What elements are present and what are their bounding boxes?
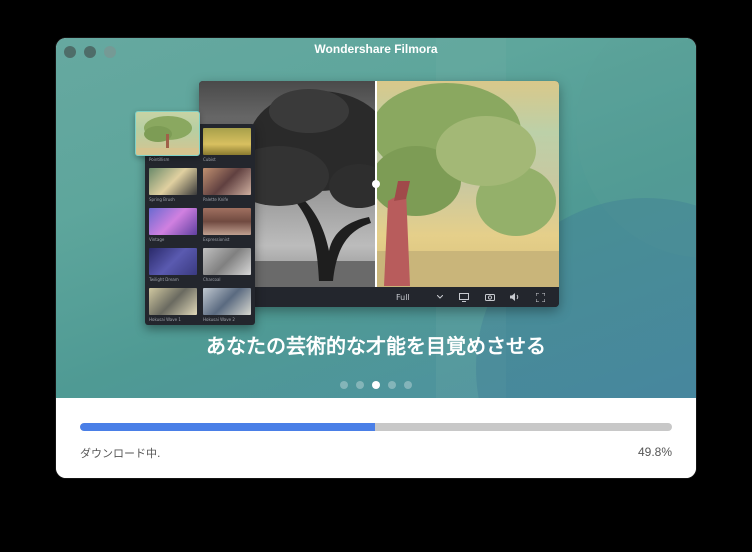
effect-label: Hokusai Wave 2	[203, 317, 235, 322]
download-percent: 49.8%	[637, 445, 672, 459]
effect-label: Charcoal	[203, 277, 221, 282]
download-progress-bar	[80, 423, 672, 431]
selected-effect-label: Pointillism	[149, 157, 170, 162]
effect-thumbnail-palette-knife[interactable]	[203, 168, 251, 195]
carousel-dot[interactable]	[356, 381, 364, 389]
stylized-image	[376, 81, 559, 287]
effect-label: Spring Brush	[149, 197, 175, 202]
effect-thumbnail-vintage[interactable]	[149, 208, 197, 235]
effect-thumbnail-spring-brush[interactable]	[149, 168, 197, 195]
selected-effect-thumbnail[interactable]	[135, 111, 200, 156]
monitor-icon[interactable]	[457, 287, 471, 307]
carousel-dot[interactable]	[388, 381, 396, 389]
chevron-down-icon[interactable]	[435, 287, 445, 307]
effect-label: Hokusai Wave 1	[149, 317, 181, 322]
download-status: ダウンロード中.	[80, 447, 161, 460]
painted-tree-image	[376, 83, 559, 287]
effect-label: Twilight Dream	[149, 277, 179, 282]
effect-thumbnail-hokusai-wave-2[interactable]	[203, 288, 251, 315]
effect-thumbnail-hokusai-wave-1[interactable]	[149, 288, 197, 315]
carousel-dot[interactable]	[404, 381, 412, 389]
hero-tagline: あなたの芸術的な才能を目覚めさせる	[206, 334, 546, 358]
compare-handle[interactable]	[372, 180, 380, 188]
effect-thumbnail-expressionist[interactable]	[203, 208, 251, 235]
effect-thumbnail-twilight-dream[interactable]	[149, 248, 197, 275]
installer-window: Wondershare Filmora Full Cubist Spring B…	[56, 38, 696, 478]
carousel-indicators	[340, 381, 412, 389]
effect-label: Cubist	[203, 157, 216, 162]
effect-thumbnail-charcoal[interactable]	[203, 248, 251, 275]
quality-select[interactable]: Full	[396, 287, 426, 307]
window-title: Wondershare Filmora	[314, 42, 438, 56]
carousel-dot[interactable]	[340, 381, 348, 389]
effect-label: Expressionist	[203, 237, 230, 242]
effect-label: Vintage	[149, 237, 165, 242]
carousel-dot-active[interactable]	[372, 381, 380, 389]
effect-thumbnail-cubist[interactable]	[203, 128, 251, 155]
fullscreen-icon[interactable]	[533, 287, 547, 307]
download-progress-fill	[80, 423, 375, 431]
effect-label: Palette Knife	[203, 197, 229, 202]
download-section: ダウンロード中. 49.8%	[56, 398, 696, 478]
hero-banner: Wondershare Filmora Full Cubist Spring B…	[56, 38, 696, 398]
camera-icon[interactable]	[483, 287, 497, 307]
volume-icon[interactable]	[508, 287, 522, 307]
